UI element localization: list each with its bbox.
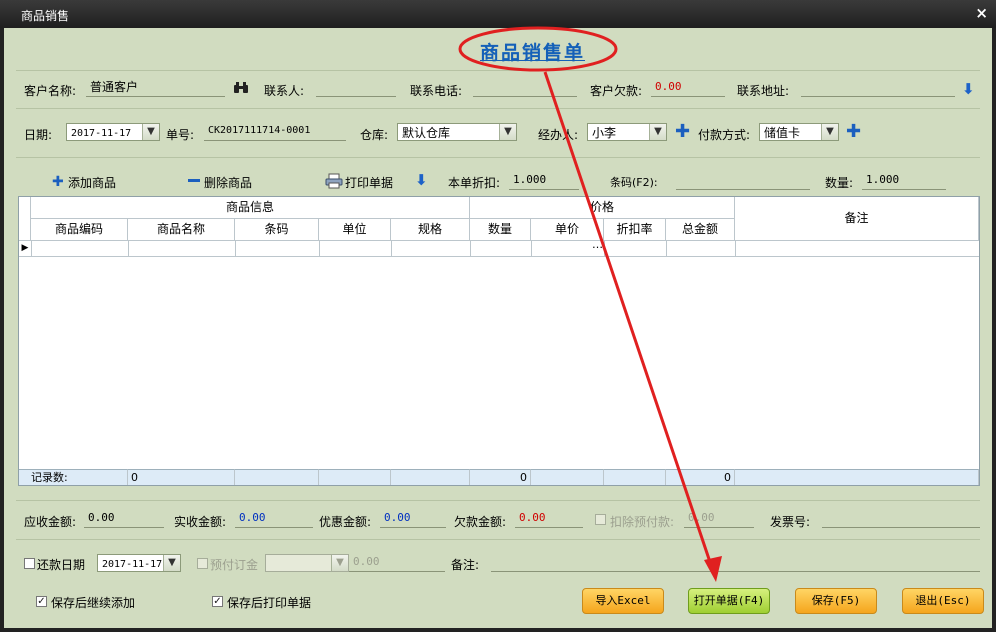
highlight-ellipse bbox=[458, 26, 618, 72]
annotation-arrow-line bbox=[543, 71, 714, 569]
app-window: 商品销售 × 商品销售单 客户名称: 普通客户 联系人: 联系电话: 客户欠款:… bbox=[0, 0, 996, 632]
red-annotation-overlay bbox=[458, 26, 722, 582]
annotation-arrow-head bbox=[704, 556, 722, 582]
